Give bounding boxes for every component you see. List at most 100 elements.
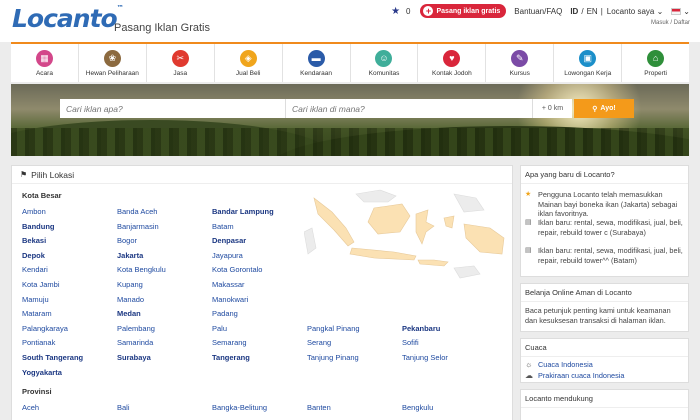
- province-link[interactable]: Bali: [117, 403, 130, 412]
- city-link[interactable]: Palangkaraya: [22, 324, 68, 333]
- search-button[interactable]: ⚲ Ayo!: [574, 99, 634, 118]
- city-link[interactable]: Depok: [22, 251, 45, 260]
- locanto-supports-title: Locanto mendukung: [521, 390, 688, 408]
- heart-icon: ♥: [443, 49, 461, 67]
- lang-id[interactable]: ID: [570, 7, 578, 16]
- location-panel-header: ⚑ Pilih Lokasi: [12, 166, 512, 184]
- city-link[interactable]: Sofifi: [402, 338, 419, 347]
- city-link[interactable]: Banda Aceh: [117, 207, 157, 216]
- post-ad-button[interactable]: + Pasang iklan gratis: [420, 4, 507, 18]
- big-cities-title: Kota Besar: [22, 191, 62, 200]
- category-3[interactable]: ◈ Jual Beli: [215, 44, 283, 82]
- city-link[interactable]: Bandar Lampung: [212, 207, 274, 216]
- category-label: Jual Beli: [235, 69, 261, 77]
- city-link[interactable]: Makassar: [212, 280, 245, 289]
- paw-icon: ❀: [103, 49, 121, 67]
- category-7[interactable]: ✎ Kursus: [486, 44, 555, 82]
- city-link[interactable]: Pekanbaru: [402, 324, 440, 333]
- search-where-input[interactable]: [286, 99, 532, 118]
- city-link[interactable]: Mamuju: [22, 295, 49, 304]
- radius-select[interactable]: + 0 km: [532, 99, 572, 118]
- tools-icon: ✂: [171, 49, 189, 67]
- briefcase-icon: ▣: [579, 49, 597, 67]
- map-pin-icon: ⚑: [20, 170, 28, 179]
- city-link[interactable]: Denpasar: [212, 236, 246, 245]
- category-1[interactable]: ❀ Hewan Peliharaan: [79, 44, 147, 82]
- city-link[interactable]: Padang: [212, 309, 238, 318]
- city-link[interactable]: Palu: [212, 324, 227, 333]
- city-link[interactable]: Jakarta: [117, 251, 143, 260]
- category-label: Kontak Jodoh: [432, 69, 472, 77]
- city-link[interactable]: Samarinda: [117, 338, 153, 347]
- category-8[interactable]: ▣ Lowongan Kerja: [554, 44, 623, 82]
- city-link[interactable]: Bogor: [117, 236, 137, 245]
- city-link[interactable]: Manado: [117, 295, 144, 304]
- province-link[interactable]: Bangka-Belitung: [212, 403, 267, 412]
- star-icon: ★: [525, 191, 532, 198]
- city-link[interactable]: Tanjung Selor: [402, 353, 448, 362]
- city-link[interactable]: Kupang: [117, 280, 143, 289]
- house-icon: ⌂: [647, 49, 665, 67]
- city-link[interactable]: Batam: [212, 222, 234, 231]
- city-link[interactable]: Bekasi: [22, 236, 46, 245]
- category-label: Hewan Peliharaan: [85, 69, 139, 77]
- city-link[interactable]: Yogyakarta: [22, 368, 62, 377]
- city-link[interactable]: Manokwari: [212, 295, 248, 304]
- province-link[interactable]: Aceh: [22, 403, 39, 412]
- city-link[interactable]: Jayapura: [212, 251, 243, 260]
- category-label: Jasa: [173, 69, 188, 77]
- top-right-bar: ★ 0 + Pasang iklan gratis Bantuan/FAQ ID…: [385, 4, 690, 18]
- city-link[interactable]: Surabaya: [117, 353, 151, 362]
- city-link[interactable]: Kota Bengkulu: [117, 265, 166, 274]
- lang-separator-2: |: [600, 6, 603, 16]
- city-link[interactable]: Medan: [117, 309, 141, 318]
- category-bar: ▦ Acara ❀ Hewan Peliharaan ✂ Jasa ◈ Jual Beli ▬ K…: [11, 42, 689, 82]
- city-link[interactable]: Pontianak: [22, 338, 55, 347]
- weather-link-indonesia[interactable]: ☼ Cuaca Indonesia: [525, 360, 593, 369]
- my-locanto-link[interactable]: Locanto saya ⌄: [607, 7, 664, 16]
- locanto-logo[interactable]: Locanto™: [12, 4, 124, 33]
- city-link[interactable]: Pangkal Pinang: [307, 324, 360, 333]
- indonesia-map[interactable]: [304, 188, 509, 288]
- city-link[interactable]: Kota Jambi: [22, 280, 60, 289]
- favorites-star-icon[interactable]: ★: [391, 6, 400, 17]
- search-what-input[interactable]: [60, 99, 286, 118]
- city-link[interactable]: Palembang: [117, 324, 155, 333]
- city-link[interactable]: Kendari: [22, 265, 48, 274]
- flag-indonesia-icon[interactable]: [671, 7, 682, 15]
- category-6[interactable]: ♥ Kontak Jodoh: [418, 44, 487, 82]
- city-link[interactable]: Bandung: [22, 222, 55, 231]
- weather-link-forecast[interactable]: ☁ Prakiraan cuaca Indonesia: [525, 371, 624, 380]
- category-0[interactable]: ▦ Acara: [11, 44, 79, 82]
- news-item[interactable]: ▤ Iklan baru: rental, sewa, modifikasi, …: [525, 246, 685, 265]
- favorites-count[interactable]: 0: [406, 7, 410, 16]
- city-link[interactable]: Semarang: [212, 338, 247, 347]
- lang-en[interactable]: EN: [587, 7, 598, 16]
- category-5[interactable]: ☺ Komunitas: [351, 44, 419, 82]
- provinces-title: Provinsi: [22, 387, 52, 396]
- category-4[interactable]: ▬ Kendaraan: [283, 44, 351, 82]
- city-link[interactable]: Tangerang: [212, 353, 250, 362]
- city-link[interactable]: Mataram: [22, 309, 52, 318]
- category-label: Lowongan Kerja: [564, 69, 612, 77]
- city-link[interactable]: Tanjung Pinang: [307, 353, 359, 362]
- city-link[interactable]: Ambon: [22, 207, 46, 216]
- province-link[interactable]: Bengkulu: [402, 403, 433, 412]
- category-label: Properti: [644, 69, 667, 77]
- category-2[interactable]: ✂ Jasa: [147, 44, 215, 82]
- city-link[interactable]: Serang: [307, 338, 331, 347]
- city-link[interactable]: South Tangerang: [22, 353, 83, 362]
- news-item[interactable]: ★ Pengguna Locanto telah memasukkan Main…: [525, 190, 685, 219]
- category-label: Acara: [35, 69, 53, 77]
- chevron-down-icon[interactable]: ⌄: [683, 7, 690, 16]
- safe-shopping-text[interactable]: Baca petunjuk penting kami untuk keamana…: [525, 306, 683, 325]
- province-link[interactable]: Banten: [307, 403, 331, 412]
- help-link[interactable]: Bantuan/FAQ: [514, 7, 562, 16]
- news-item[interactable]: ▤ Iklan baru: rental, sewa, modifikasi, …: [525, 218, 685, 237]
- hero-banner: + 0 km ⚲Ayo!: [11, 84, 689, 156]
- login-link[interactable]: Masuk / Daftar: [651, 20, 690, 26]
- city-link[interactable]: Kota Gorontalo: [212, 265, 262, 274]
- city-link[interactable]: Banjarmasin: [117, 222, 159, 231]
- calendar-icon: ▦: [35, 49, 53, 67]
- category-9[interactable]: ⌂ Properti: [622, 44, 689, 82]
